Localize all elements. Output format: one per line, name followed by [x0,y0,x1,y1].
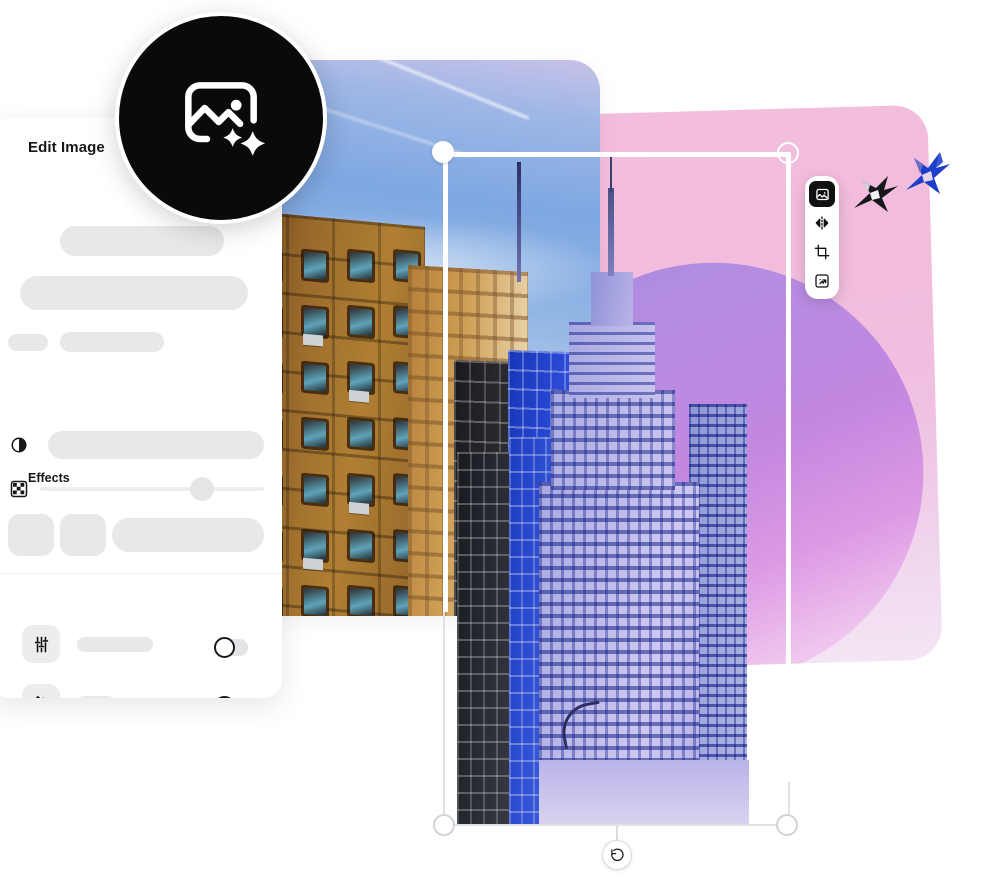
image-toolbar[interactable] [805,176,839,299]
rotate-counterclockwise-icon [610,848,624,861]
skeleton-effect-label-1 [77,637,153,652]
skeleton-effect-label-2 [77,696,115,698]
effect-toggle-1[interactable] [214,637,248,658]
expand-image-icon [815,274,829,288]
checkerboard-transparency-icon[interactable] [10,480,28,498]
esb-mast [608,188,614,276]
selection-handle-bottom-left[interactable] [433,814,455,836]
effect-toggle-1-knob[interactable] [214,637,235,658]
esb-secondary-spire [517,162,521,282]
selection-handle-bottom-right[interactable] [776,814,798,836]
skeleton-button-2[interactable] [60,514,106,556]
skeleton-contrast-field[interactable] [48,431,264,459]
skeleton-field-3 [60,332,164,352]
skeleton-chip-1 [8,334,48,351]
selection-edge-left[interactable] [443,152,448,612]
skeleton-button-3[interactable] [112,518,264,552]
selection-handle-top-left[interactable] [432,141,454,163]
esb-antenna [610,154,612,192]
magic-wand-icon [35,695,44,698]
image-icon [815,188,829,200]
effect-icon-adjustments[interactable] [22,625,60,663]
bird-pigeon-blue [906,152,950,194]
rotate-button[interactable] [602,840,632,870]
skeleton-field-1 [60,226,224,256]
effects-section-title: Effects [28,471,70,485]
skeleton-field-2 [20,276,248,310]
effect-icon-magic-wand[interactable] [22,684,60,698]
adjustments-sliders-icon [34,636,48,652]
flip-horizontal-icon [815,216,829,230]
slider-thumb[interactable] [190,477,214,501]
contrast-icon[interactable] [10,436,28,454]
esb-neighbor-dark [457,452,517,826]
esb-crown [591,272,633,326]
esb-shaft [569,322,655,398]
panel-divider [0,573,282,574]
selection-edge-right[interactable] [786,152,791,782]
selection-edge-left-lower[interactable] [443,612,445,826]
ai-image-badge[interactable] [115,12,327,224]
image-sparkle-icon [185,82,266,156]
slider-track[interactable] [40,487,264,491]
toolbar-item-expand-tool[interactable] [809,268,835,294]
esb-setback [551,390,675,490]
toolbar-item-image-tool[interactable] [809,181,835,207]
selection-handle-top-right[interactable] [777,142,799,164]
toolbar-item-crop-tool[interactable] [809,239,835,265]
skeleton-button-1[interactable] [8,514,54,556]
crop-icon [814,244,830,260]
bird-pigeon-dark [854,176,898,212]
esb-base [539,760,749,826]
selection-edge-top[interactable] [443,152,791,157]
selected-image-content[interactable] [443,152,791,826]
toolbar-item-flip-tool[interactable] [809,210,835,236]
app-canvas: Edit Image Effects [0,0,1000,877]
effect-toggle-2-knob[interactable] [214,696,235,698]
page-title: Edit Image [28,139,105,156]
